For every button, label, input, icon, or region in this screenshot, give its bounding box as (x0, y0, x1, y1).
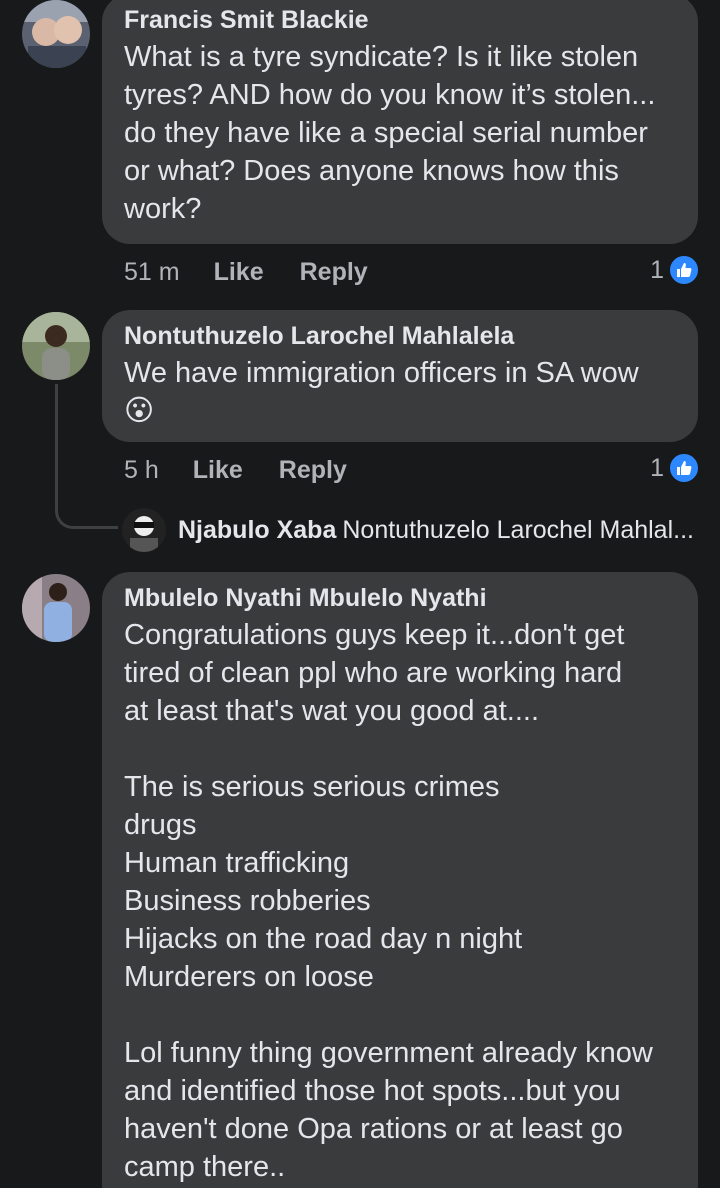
surprised-emoji: 😮 (124, 395, 155, 427)
comment-author[interactable]: Mbulelo Nyathi Mbulelo Nyathi (124, 582, 676, 614)
comment-timestamp[interactable]: 5 h (124, 456, 159, 485)
comments-page: Francis Smit Blackie What is a tyre synd… (0, 0, 720, 1188)
comment-bubble-2: Nontuthuzelo Larochel Mahlalela We have … (102, 310, 698, 442)
comment-text: What is a tyre syndicate? Is it like sto… (124, 41, 656, 225)
avatar-francis[interactable] (22, 0, 90, 68)
comment-author[interactable]: Nontuthuzelo Larochel Mahlalela (124, 320, 676, 352)
reply-button[interactable]: Reply (300, 258, 368, 287)
reply-preview[interactable]: Njabulo Xaba Nontuthuzelo Larochel Mahla… (122, 508, 694, 552)
comment-bubble-1: Francis Smit Blackie What is a tyre synd… (102, 0, 698, 244)
thumbs-up-icon (668, 254, 700, 286)
reply-snippet: Nontuthuzelo Larochel Mahlal... (342, 515, 694, 544)
like-button[interactable]: Like (193, 456, 243, 485)
comment-text: Congratulations guys keep it...don't get… (124, 619, 653, 1183)
reply-button[interactable]: Reply (279, 456, 347, 485)
avatar-njabulo (122, 508, 166, 552)
comment-actions-1: 51 m Like Reply (124, 252, 368, 292)
avatar-nontuthuzelo[interactable] (22, 312, 90, 380)
comment-text: We have immigration officers in SA wow (124, 357, 639, 389)
reaction-count: 1 (650, 453, 664, 482)
reply-thread-line (55, 384, 118, 529)
comment-author[interactable]: Francis Smit Blackie (124, 4, 676, 36)
like-button[interactable]: Like (214, 258, 264, 287)
reply-author[interactable]: Njabulo Xaba (178, 516, 336, 545)
comment-actions-2: 5 h Like Reply (124, 450, 347, 490)
reaction-count-2[interactable]: 1 (650, 448, 700, 488)
avatar-mbulelo[interactable] (22, 574, 90, 642)
comment-bubble-3: Mbulelo Nyathi Mbulelo Nyathi Congratula… (102, 572, 698, 1188)
comment-timestamp[interactable]: 51 m (124, 258, 180, 287)
reaction-count: 1 (650, 255, 664, 284)
reaction-count-1[interactable]: 1 (650, 250, 700, 290)
thumbs-up-icon (668, 452, 700, 484)
